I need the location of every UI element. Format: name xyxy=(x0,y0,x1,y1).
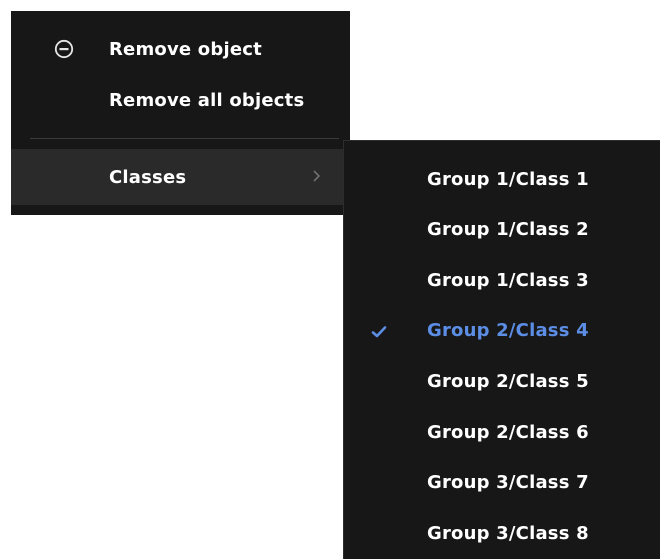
class-item-group2-class4[interactable]: Group 2/Class 4 xyxy=(344,307,660,357)
class-item-group3-class8[interactable]: Group 3/Class 8 xyxy=(344,510,660,560)
class-item-label: Group 2/Class 4 xyxy=(427,320,589,341)
class-item-label: Group 2/Class 5 xyxy=(427,371,589,392)
class-item-group1-class2[interactable]: Group 1/Class 2 xyxy=(344,206,660,256)
chevron-right-icon xyxy=(313,170,321,182)
class-item-label: Group 1/Class 3 xyxy=(427,270,589,291)
class-item-label: Group 1/Class 1 xyxy=(427,169,589,190)
class-item-group3-class7[interactable]: Group 3/Class 7 xyxy=(344,459,660,509)
menu-divider xyxy=(30,138,339,139)
classes-submenu: Group 1/Class 1 Group 1/Class 2 Group 1/… xyxy=(343,140,660,559)
class-item-label: Group 2/Class 6 xyxy=(427,422,589,443)
class-item-label: Group 3/Class 8 xyxy=(427,523,589,544)
class-item-group2-class5[interactable]: Group 2/Class 5 xyxy=(344,358,660,408)
minus-circle-icon xyxy=(54,39,74,59)
context-menu: Remove object Remove all objects Classes xyxy=(11,11,350,215)
remove-object-item[interactable]: Remove object xyxy=(11,33,350,65)
checkmark-icon xyxy=(371,326,387,338)
remove-object-label: Remove object xyxy=(109,38,262,60)
class-item-group1-class1[interactable]: Group 1/Class 1 xyxy=(344,156,660,206)
classes-item[interactable]: Classes xyxy=(11,149,350,205)
remove-all-objects-label: Remove all objects xyxy=(109,89,305,111)
class-item-group1-class3[interactable]: Group 1/Class 3 xyxy=(344,257,660,307)
class-item-label: Group 1/Class 2 xyxy=(427,219,589,240)
remove-all-objects-item[interactable]: Remove all objects xyxy=(11,84,350,116)
class-item-label: Group 3/Class 7 xyxy=(427,472,589,493)
class-item-group2-class6[interactable]: Group 2/Class 6 xyxy=(344,409,660,459)
classes-label: Classes xyxy=(109,166,187,188)
